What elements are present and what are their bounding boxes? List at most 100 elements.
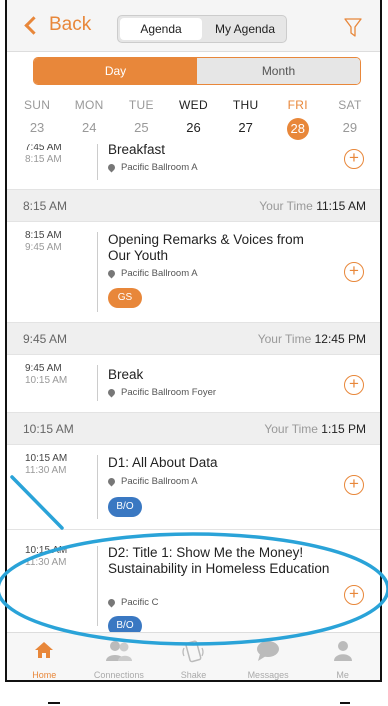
tab-label: Connections xyxy=(93,670,144,680)
tab-me[interactable]: Me xyxy=(305,633,380,680)
location-pin-icon xyxy=(106,597,117,608)
day-wednesday[interactable]: WED 26 xyxy=(167,98,219,142)
session-start-time: 8:15 AM xyxy=(25,230,62,241)
tab-label: Messages xyxy=(247,670,289,680)
day-monday[interactable]: MON 24 xyxy=(63,98,115,142)
session-title: D1: All About Data xyxy=(108,455,218,470)
day-date: 29 xyxy=(342,120,358,135)
session-end-time: 11:30 AM xyxy=(25,465,67,476)
day-date: 25 xyxy=(134,120,149,135)
stand-line xyxy=(340,702,350,704)
time-group-header: 8:15 AM Your Time 11:15 AM xyxy=(7,190,380,222)
back-label: Back xyxy=(49,14,92,35)
location-pin-icon xyxy=(106,387,117,398)
session-list[interactable]: 7:45 AM 8:15 AM Breakfast Pacific Ballro… xyxy=(7,144,380,632)
day-name: SUN xyxy=(23,98,51,112)
session-location: Pacific Ballroom A xyxy=(121,162,198,173)
your-time-value: 11:15 AM xyxy=(316,199,366,213)
day-date: 23 xyxy=(29,120,45,135)
session-start-time: 10:15 AM xyxy=(25,453,68,464)
top-nav-bar: Back Agenda My Agenda xyxy=(7,0,380,52)
day-button[interactable]: Day xyxy=(34,58,197,84)
your-time-value: 1:15 PM xyxy=(321,422,366,436)
session-location: Pacific Ballroom A xyxy=(121,268,198,279)
week-strip: SUN 23 MON 24 TUE 25 WED 26 THU 27 FRI 2… xyxy=(7,98,380,142)
filter-icon[interactable] xyxy=(344,18,362,38)
session-location: Pacific Ballroom Foyer xyxy=(121,387,217,398)
tab-shake[interactable]: Shake xyxy=(156,633,231,680)
tab-home[interactable]: Home xyxy=(7,633,82,680)
tab-agenda[interactable]: Agenda xyxy=(120,18,202,40)
phone-screen: Back Agenda My Agenda Day Month SUN 23 M… xyxy=(5,0,382,682)
add-to-agenda-button[interactable]: + xyxy=(344,149,364,169)
your-time-label: Your Time xyxy=(257,332,312,346)
add-to-agenda-button[interactable]: + xyxy=(344,262,364,282)
tab-my-agenda[interactable]: My Agenda xyxy=(204,16,286,42)
day-name: SAT xyxy=(338,98,362,112)
group-time: 10:15 AM xyxy=(23,422,74,436)
back-button[interactable]: Back xyxy=(23,14,91,36)
your-time-label: Your Time xyxy=(259,199,313,213)
your-time-value: 12:45 PM xyxy=(314,332,366,346)
add-to-agenda-button[interactable]: + xyxy=(344,585,364,605)
group-time: 8:15 AM xyxy=(23,199,68,213)
shake-icon xyxy=(182,640,205,663)
day-month-toggle: Day Month xyxy=(33,57,361,85)
session-start-time: 9:45 AM xyxy=(25,363,62,374)
day-friday-selected[interactable]: FRI 28 xyxy=(272,98,324,142)
location-pin-icon xyxy=(106,162,117,173)
month-button[interactable]: Month xyxy=(197,58,360,84)
day-thursday[interactable]: THU 27 xyxy=(220,98,272,142)
session-location: Pacific Ballroom A xyxy=(121,476,198,487)
session-type-badge: GS xyxy=(108,288,142,308)
time-group-header: 10:15 AM Your Time 1:15 PM xyxy=(7,413,380,445)
connections-icon xyxy=(105,641,132,661)
day-name: WED xyxy=(179,98,208,112)
tab-messages[interactable]: Messages xyxy=(231,633,306,680)
time-group-header: 9:45 AM Your Time 12:45 PM xyxy=(7,323,380,355)
tab-label: Shake xyxy=(180,670,207,680)
bottom-tab-bar: Home Connections Shake Messages Me xyxy=(7,632,380,680)
location-pin-icon xyxy=(106,476,117,487)
session-row-d1[interactable]: 10:15 AM 11:30 AM D1: All About Data Pac… xyxy=(7,445,380,530)
your-time-label: Your Time xyxy=(264,422,318,436)
session-title: D2: Title 1: Show Me the Money! Sustaina… xyxy=(108,545,330,576)
session-title: Break xyxy=(108,367,144,382)
tab-label: Me xyxy=(336,670,349,680)
session-location: Pacific C xyxy=(121,597,159,608)
session-start-time: 10:15 AM xyxy=(25,545,68,556)
session-end-time: 8:15 AM xyxy=(25,154,62,165)
session-title: Breakfast xyxy=(108,144,166,157)
session-end-time: 11:30 AM xyxy=(25,557,67,568)
session-row-opening-remarks[interactable]: 8:15 AM 9:45 AM Opening Remarks & Voices… xyxy=(7,222,380,323)
session-end-time: 10:15 AM xyxy=(25,375,68,386)
day-name: MON xyxy=(74,98,104,112)
session-title: Opening Remarks & Voices from Our Youth xyxy=(108,232,304,263)
session-end-time: 9:45 AM xyxy=(25,242,62,253)
session-start-time: 7:45 AM xyxy=(25,144,62,153)
agenda-segmented-control: Agenda My Agenda xyxy=(117,15,287,43)
day-date: 28 xyxy=(286,118,309,140)
day-name: TUE xyxy=(128,98,154,112)
location-pin-icon xyxy=(106,268,117,279)
session-row-d2[interactable]: 10:15 AM 11:30 AM D2: Title 1: Show Me t… xyxy=(7,530,380,632)
stand-line xyxy=(48,702,60,704)
tab-connections[interactable]: Connections xyxy=(82,633,157,680)
add-to-agenda-button[interactable]: + xyxy=(344,475,364,495)
chevron-left-icon xyxy=(24,15,43,35)
day-name: FRI xyxy=(287,98,308,112)
me-icon xyxy=(333,641,352,661)
day-date: 27 xyxy=(238,120,253,135)
tab-label: Home xyxy=(32,670,57,680)
session-row-break[interactable]: 9:45 AM 10:15 AM Break Pacific Ballroom … xyxy=(7,355,380,413)
day-sunday[interactable]: SUN 23 xyxy=(11,98,63,142)
day-tuesday[interactable]: TUE 25 xyxy=(115,98,167,142)
add-to-agenda-button[interactable]: + xyxy=(344,375,364,395)
session-type-badge: B/O xyxy=(108,497,142,517)
session-type-badge: B/O xyxy=(108,616,142,632)
day-date: 26 xyxy=(186,120,201,135)
day-date: 24 xyxy=(81,120,97,135)
day-name: THU xyxy=(232,98,259,112)
session-row-breakfast[interactable]: 7:45 AM 8:15 AM Breakfast Pacific Ballro… xyxy=(7,144,380,190)
day-saturday[interactable]: SAT 29 xyxy=(324,98,376,142)
